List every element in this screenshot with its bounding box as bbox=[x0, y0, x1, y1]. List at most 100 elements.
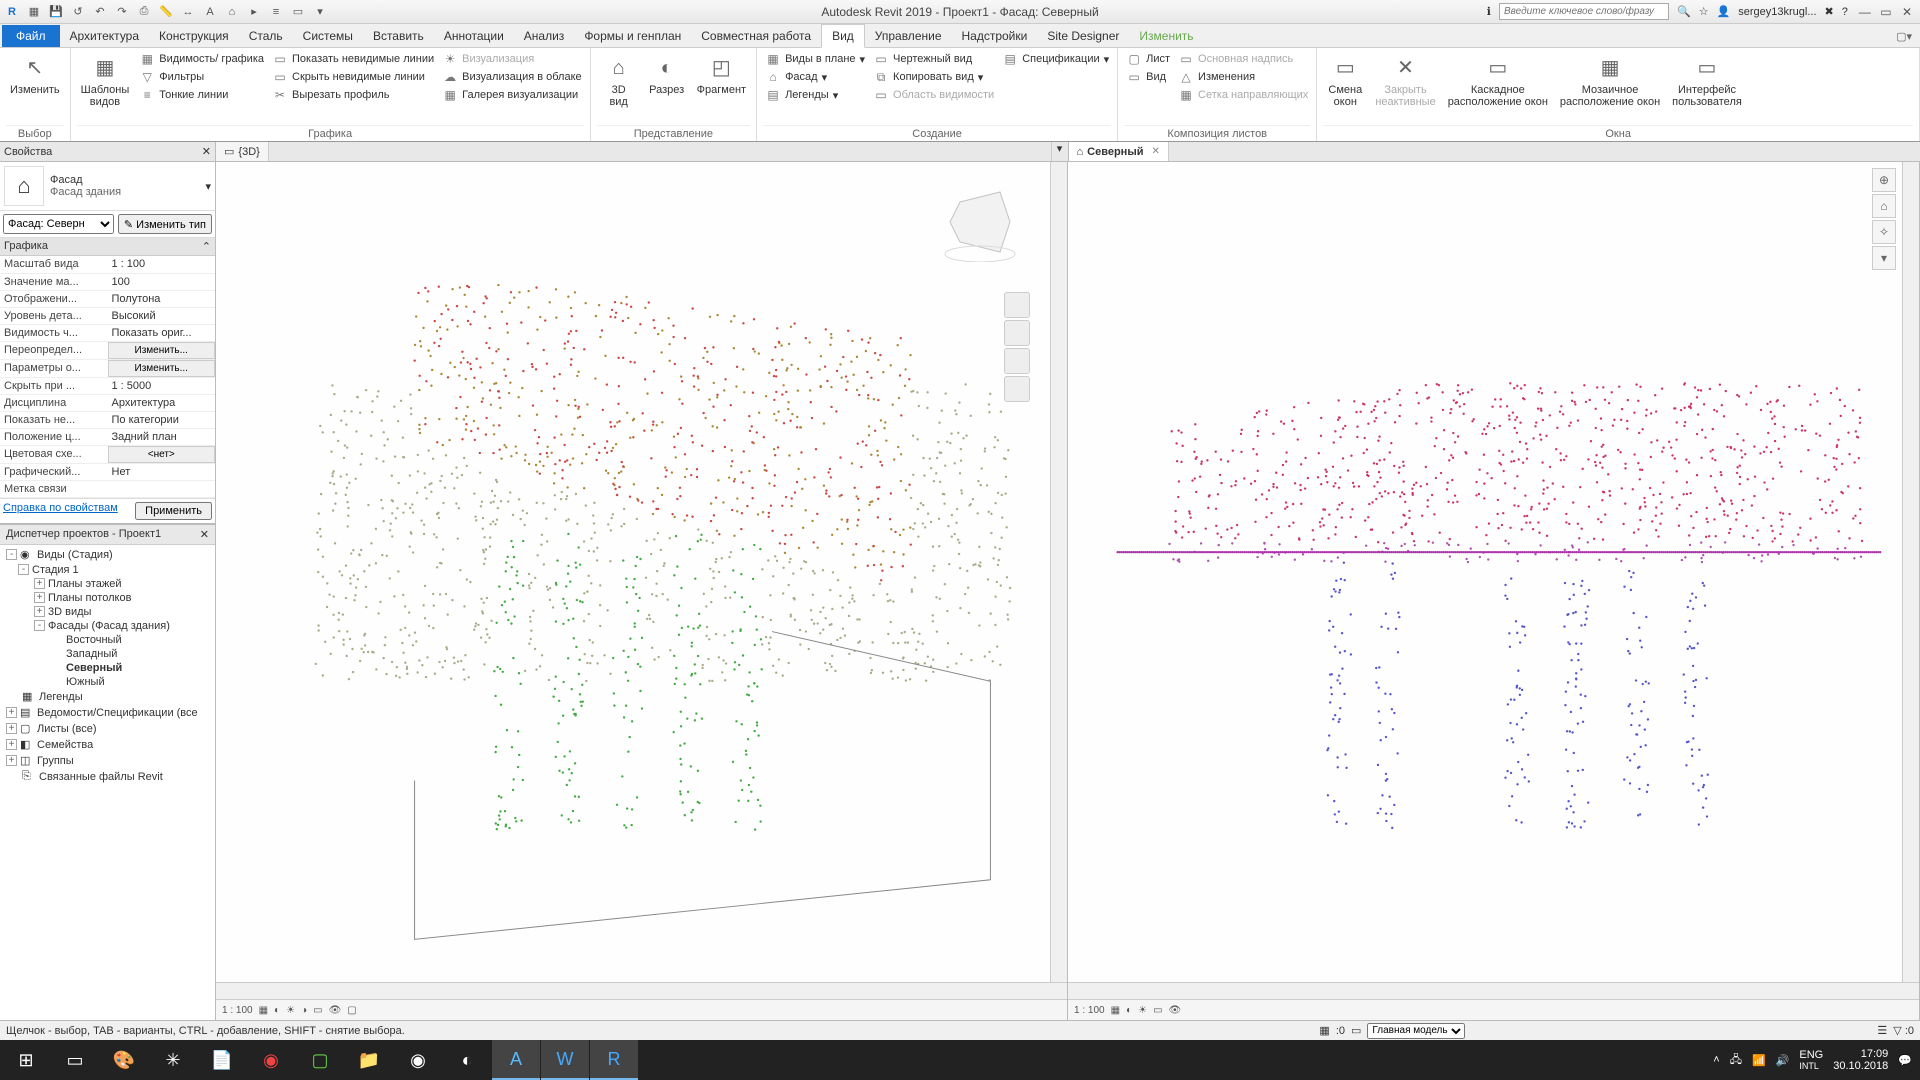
canvas-elevation[interactable]: ⊕⌂✧▾ bbox=[1068, 162, 1902, 982]
tab-annotate[interactable]: Аннотации bbox=[434, 25, 514, 47]
taskbar-app[interactable]: 📄 bbox=[198, 1040, 246, 1080]
scroll-down-icon[interactable]: ▾ bbox=[1051, 142, 1068, 161]
render-gallery-button[interactable]: ▦Галерея визуализации bbox=[440, 86, 584, 104]
print-icon[interactable]: ⎙ bbox=[136, 4, 152, 20]
align-icon[interactable]: ↔ bbox=[180, 4, 196, 20]
sheet-button[interactable]: ▢Лист bbox=[1124, 50, 1172, 68]
undo-icon[interactable]: ↶ bbox=[92, 4, 108, 20]
view-button[interactable]: ▭Вид bbox=[1124, 68, 1172, 86]
tree-node[interactable]: +▤Ведомости/Спецификации (все bbox=[2, 705, 213, 721]
filter-icon[interactable]: ▽ :0 bbox=[1893, 1024, 1914, 1037]
taskbar-app[interactable]: ◉ bbox=[247, 1040, 295, 1080]
elevation-button[interactable]: ⌂Фасад ▾ bbox=[763, 68, 867, 86]
close-button[interactable]: ✕ bbox=[1898, 5, 1916, 19]
prop-value[interactable]: Полутона bbox=[108, 290, 216, 307]
chrome-button[interactable]: ◉ bbox=[394, 1040, 442, 1080]
view-cube[interactable] bbox=[940, 182, 1020, 262]
measure-icon[interactable]: 📏 bbox=[158, 4, 174, 20]
tree-node[interactable]: +Планы потолков bbox=[2, 591, 213, 605]
prop-value[interactable]: Высокий bbox=[108, 307, 216, 324]
detail-icon[interactable]: ▦ bbox=[259, 1005, 268, 1016]
chevron-down-icon[interactable]: ▾ bbox=[312, 4, 328, 20]
taskbar-app[interactable]: ✳ bbox=[149, 1040, 197, 1080]
prop-value[interactable]: По категории bbox=[108, 411, 216, 428]
language-indicator[interactable]: ENGINTL bbox=[1799, 1049, 1823, 1071]
scrollbar-horizontal[interactable] bbox=[1068, 982, 1919, 999]
word-button[interactable]: W bbox=[541, 1040, 589, 1080]
nav-tool-icon[interactable]: ✧ bbox=[1872, 220, 1896, 244]
sun-icon[interactable]: ☀ bbox=[1138, 1005, 1147, 1016]
nav-tool-icon[interactable]: ⌂ bbox=[1872, 194, 1896, 218]
view-tab-3d[interactable]: ▭{3D} bbox=[216, 142, 269, 161]
view-templates-button[interactable]: ▦Шаблоны видов bbox=[77, 50, 134, 110]
explorer-button[interactable]: 📁 bbox=[345, 1040, 393, 1080]
close-icon[interactable]: ✕ bbox=[202, 145, 211, 158]
tree-node[interactable]: Западный bbox=[2, 647, 213, 661]
canvas-3d[interactable] bbox=[216, 162, 1050, 982]
scrollbar-vertical[interactable] bbox=[1902, 162, 1919, 982]
hide-icon[interactable]: 👁 bbox=[329, 1005, 342, 1016]
instance-selector[interactable]: Фасад: Северн bbox=[3, 214, 114, 234]
search-icon[interactable]: 🔍 bbox=[1677, 5, 1691, 18]
notifications-icon[interactable]: 💬 bbox=[1898, 1054, 1912, 1067]
zoom-icon[interactable] bbox=[1004, 348, 1030, 374]
scale-label[interactable]: 1 : 100 bbox=[222, 1005, 253, 1016]
sync-icon[interactable]: ↺ bbox=[70, 4, 86, 20]
model-selector[interactable]: Главная модель bbox=[1367, 1023, 1465, 1039]
tree-node[interactable]: +◧Семейства bbox=[2, 737, 213, 753]
default3d-icon[interactable]: ⌂ bbox=[224, 4, 240, 20]
callout-button[interactable]: ◰Фрагмент bbox=[693, 50, 750, 98]
nav-tool-icon[interactable]: ▾ bbox=[1872, 246, 1896, 270]
model-icon[interactable]: ▭ bbox=[1351, 1024, 1361, 1037]
properties-help-link[interactable]: Справка по свойствам bbox=[3, 502, 118, 520]
tab-architecture[interactable]: Архитектура bbox=[60, 25, 150, 47]
prop-value[interactable]: Архитектура bbox=[108, 394, 216, 411]
signin-icon[interactable]: 👤 bbox=[1717, 5, 1731, 18]
taskbar-app[interactable]: ▢ bbox=[296, 1040, 344, 1080]
prop-value[interactable]: <нет> bbox=[108, 445, 216, 463]
crop-icon[interactable]: ▭ bbox=[1153, 1005, 1162, 1016]
help-icon[interactable]: ? bbox=[1842, 6, 1848, 18]
network-icon[interactable]: 🖧 bbox=[1730, 1051, 1742, 1070]
tab-insert[interactable]: Вставить bbox=[363, 25, 434, 47]
save-icon[interactable]: 💾 bbox=[48, 4, 64, 20]
volume-icon[interactable]: 🔊 bbox=[1776, 1054, 1790, 1067]
tab-massing[interactable]: Формы и генплан bbox=[574, 25, 691, 47]
chevron-down-icon[interactable]: ▾ bbox=[205, 180, 211, 193]
tab-collaborate[interactable]: Совместная работа bbox=[691, 25, 821, 47]
tab-view[interactable]: Вид bbox=[821, 24, 865, 48]
group-header[interactable]: Графика⌃ bbox=[0, 238, 215, 256]
minimize-button[interactable]: — bbox=[1856, 5, 1874, 19]
tab-file[interactable]: Файл bbox=[2, 25, 60, 47]
prop-value[interactable]: Нет bbox=[108, 463, 216, 480]
revit-button[interactable]: R bbox=[590, 1040, 638, 1080]
clock[interactable]: 17:0930.10.2018 bbox=[1833, 1048, 1888, 1072]
tree-node[interactable]: ⎘Связанные файлы Revit bbox=[2, 769, 213, 785]
tree-node[interactable]: -Фасады (Фасад здания) bbox=[2, 619, 213, 633]
shadow-icon[interactable]: ◑ bbox=[301, 1005, 307, 1016]
redo-icon[interactable]: ↷ bbox=[114, 4, 130, 20]
ui-button[interactable]: ▭Интерфейс пользователя bbox=[1668, 50, 1746, 110]
scrollbar-vertical[interactable] bbox=[1050, 162, 1067, 982]
tree-node[interactable]: ▦Легенды bbox=[2, 689, 213, 705]
tab-analyze[interactable]: Анализ bbox=[514, 25, 575, 47]
search-input[interactable] bbox=[1499, 3, 1669, 20]
tile-button[interactable]: ▦Мозаичное расположение окон bbox=[1556, 50, 1664, 110]
show-hidden-button[interactable]: ▭Показать невидимые линии bbox=[270, 50, 436, 68]
prop-value[interactable]: Показать ориг... bbox=[108, 324, 216, 341]
prop-value[interactable] bbox=[108, 480, 216, 497]
view-tab-north[interactable]: ⌂Северный✕ bbox=[1069, 142, 1169, 161]
tree-node[interactable]: +3D виды bbox=[2, 605, 213, 619]
prop-value[interactable]: Задний план bbox=[108, 428, 216, 445]
thin-lines-button[interactable]: ≡Тонкие линии bbox=[137, 86, 266, 104]
worksets-icon[interactable]: ▦ bbox=[1319, 1024, 1329, 1037]
user-label[interactable]: sergey13krugl... bbox=[1738, 6, 1816, 18]
pan-icon[interactable] bbox=[1004, 320, 1030, 346]
prop-value[interactable]: Изменить... bbox=[108, 341, 216, 359]
tab-steel[interactable]: Сталь bbox=[239, 25, 293, 47]
tree-node[interactable]: +▢Листы (все) bbox=[2, 721, 213, 737]
taskbar-app[interactable]: ◐ bbox=[443, 1040, 491, 1080]
schedules-button[interactable]: ▤Спецификации ▾ bbox=[1000, 50, 1111, 68]
prop-value[interactable]: Изменить... bbox=[108, 359, 216, 377]
star-icon[interactable]: ☆ bbox=[1699, 5, 1709, 18]
